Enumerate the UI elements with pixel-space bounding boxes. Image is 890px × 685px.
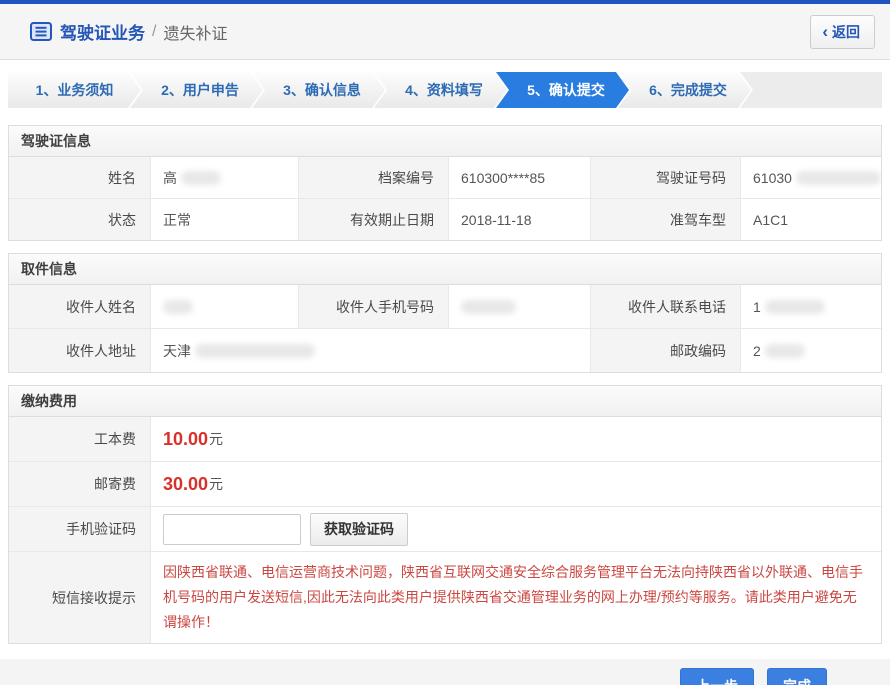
pickup-info-section: 取件信息 收件人姓名 收件人手机号码 收件人联系电话 1 收件人地址 天津 邮政… bbox=[8, 253, 882, 373]
expiry-label: 有效期止日期 bbox=[299, 199, 449, 240]
redacted-postcode bbox=[765, 344, 805, 358]
production-fee-unit: 元 bbox=[209, 429, 223, 449]
redacted-license-no bbox=[796, 171, 881, 185]
step-tab-6[interactable]: 6、完成提交 bbox=[618, 72, 751, 108]
recipient-phone-label: 收件人联系电话 bbox=[591, 285, 741, 328]
status-label: 状态 bbox=[9, 199, 151, 240]
get-code-button[interactable]: 获取验证码 bbox=[310, 513, 408, 546]
finish-button[interactable]: 完成 bbox=[767, 668, 827, 685]
recipient-mobile-value bbox=[449, 285, 591, 328]
license-no-value: 61030 bbox=[741, 157, 881, 198]
license-no-label: 驾驶证号码 bbox=[591, 157, 741, 198]
expiry-value: 2018-11-18 bbox=[449, 199, 591, 240]
step-tab-1[interactable]: 1、业务须知 bbox=[8, 72, 141, 108]
recipient-mobile-label: 收件人手机号码 bbox=[299, 285, 449, 328]
previous-step-button[interactable]: 上一步 bbox=[680, 668, 754, 685]
footer-action-bar: 上一步 完成 bbox=[0, 659, 890, 685]
breadcrumb-separator: / bbox=[152, 23, 156, 41]
redacted-address bbox=[195, 344, 315, 358]
step-tab-4[interactable]: 4、资料填写 bbox=[374, 72, 507, 108]
address-value: 天津 bbox=[151, 329, 591, 372]
address-label: 收件人地址 bbox=[9, 329, 151, 372]
redacted-recipient-phone bbox=[765, 300, 825, 314]
form-list-icon bbox=[30, 22, 52, 41]
sms-notice-label: 短信接收提示 bbox=[9, 552, 151, 643]
license-info-section: 驾驶证信息 姓名 高 档案编号 610300****85 驾驶证号码 61030… bbox=[8, 125, 882, 241]
back-button-label: 返回 bbox=[832, 22, 860, 42]
postage-fee-unit: 元 bbox=[209, 474, 223, 494]
postage-fee-amount: 30.00 bbox=[163, 474, 208, 495]
fees-section-title: 缴纳费用 bbox=[8, 385, 882, 417]
back-button[interactable]: ‹ 返回 bbox=[810, 15, 875, 49]
step-tab-3[interactable]: 3、确认信息 bbox=[252, 72, 385, 108]
postcode-value: 2 bbox=[741, 329, 881, 372]
license-section-title: 驾驶证信息 bbox=[8, 125, 882, 157]
chevron-left-icon: ‹ bbox=[822, 25, 828, 39]
recipient-name-value bbox=[151, 285, 299, 328]
recipient-name-label: 收件人姓名 bbox=[9, 285, 151, 328]
name-label: 姓名 bbox=[9, 157, 151, 198]
sms-code-input[interactable] bbox=[163, 514, 301, 545]
postcode-label: 邮政编码 bbox=[591, 329, 741, 372]
redacted-recipient-mobile bbox=[461, 300, 516, 314]
redacted-recipient-name bbox=[163, 300, 193, 314]
sms-notice-cell: 因陕西省联通、电信运营商技术问题，陕西省互联网交通安全综合服务管理平台无法向持陕… bbox=[151, 552, 881, 643]
postage-fee-value: 30.00 元 bbox=[151, 462, 881, 506]
file-no-value: 610300****85 bbox=[449, 157, 591, 198]
recipient-phone-value: 1 bbox=[741, 285, 881, 328]
production-fee-label: 工本费 bbox=[9, 417, 151, 461]
vehicle-type-label: 准驾车型 bbox=[591, 199, 741, 240]
step-tab-5-active[interactable]: 5、确认提交 bbox=[496, 72, 629, 108]
step-bar-filler bbox=[740, 72, 882, 108]
redacted-name bbox=[181, 171, 221, 185]
breadcrumb-current: 遗失补证 bbox=[163, 20, 227, 44]
step-tab-2[interactable]: 2、用户申告 bbox=[130, 72, 263, 108]
pickup-section-title: 取件信息 bbox=[8, 253, 882, 285]
page-title: 驾驶证业务 bbox=[60, 19, 145, 44]
sms-code-label: 手机验证码 bbox=[9, 507, 151, 551]
page-header: 驾驶证业务 / 遗失补证 ‹ 返回 bbox=[0, 4, 890, 60]
status-value: 正常 bbox=[151, 199, 299, 240]
step-progress-bar: 1、业务须知 2、用户申告 3、确认信息 4、资料填写 5、确认提交 6、完成提… bbox=[8, 72, 882, 108]
sms-code-row: 获取验证码 bbox=[151, 507, 881, 551]
name-value: 高 bbox=[151, 157, 299, 198]
file-no-label: 档案编号 bbox=[299, 157, 449, 198]
fees-section: 缴纳费用 工本费 10.00 元 邮寄费 30.00 元 手机验证码 获取验证码… bbox=[8, 385, 882, 644]
vehicle-type-value: A1C1 bbox=[741, 199, 881, 240]
postage-fee-label: 邮寄费 bbox=[9, 462, 151, 506]
production-fee-amount: 10.00 bbox=[163, 429, 208, 450]
production-fee-value: 10.00 元 bbox=[151, 417, 881, 461]
sms-notice-text: 因陕西省联通、电信运营商技术问题，陕西省互联网交通安全综合服务管理平台无法向持陕… bbox=[151, 552, 881, 643]
